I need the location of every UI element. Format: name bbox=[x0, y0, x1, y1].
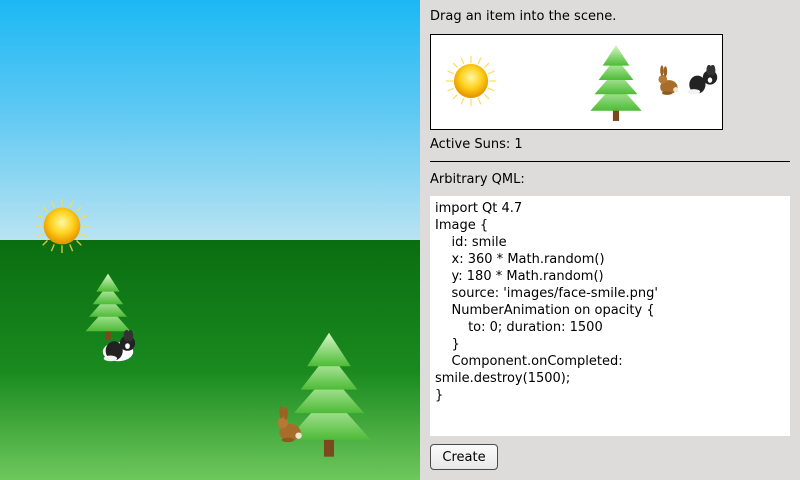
create-button[interactable]: Create bbox=[430, 444, 498, 470]
active-suns-label: Active Suns: 1 bbox=[430, 137, 523, 152]
rabbit-icon[interactable] bbox=[273, 397, 305, 453]
bunny-icon[interactable] bbox=[683, 65, 719, 97]
instruction-text: Drag an item into the scene. bbox=[430, 9, 617, 24]
scene-canvas[interactable] bbox=[0, 0, 420, 480]
side-panel: Drag an item into the scene. Active Suns… bbox=[420, 0, 800, 480]
moon-icon[interactable] bbox=[280, 133, 342, 217]
moon-icon[interactable] bbox=[316, 24, 378, 110]
divider bbox=[430, 161, 790, 162]
qml-code-editor[interactable] bbox=[430, 196, 790, 436]
tree-icon[interactable] bbox=[579, 41, 653, 123]
moon-icon[interactable] bbox=[509, 39, 575, 125]
qml-label: Arbitrary QML: bbox=[430, 172, 525, 187]
sun-icon[interactable] bbox=[33, 197, 91, 255]
item-palette bbox=[430, 34, 723, 130]
sun-icon[interactable] bbox=[444, 54, 498, 108]
rabbit-icon[interactable] bbox=[655, 65, 681, 97]
bunny-icon[interactable] bbox=[99, 330, 137, 364]
